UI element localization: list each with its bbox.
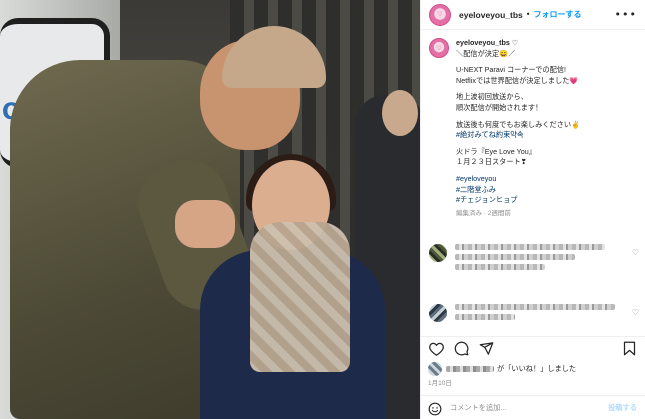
caption-line: 順次配信が開始されます！ [456,102,543,112]
likes-text: が「いいね！」しました [497,364,577,373]
share-icon[interactable] [478,341,494,357]
post-header: ♡ eyeloveyou_tbs • フォローする ••• [421,0,645,30]
post-date[interactable]: 1月10日 [428,377,452,387]
profile-avatar[interactable]: ♡ [429,3,451,26]
caption-line: ＼配信が決定😄／ [456,48,516,58]
blurred-text [455,244,605,250]
caption-line: 地上波初回放送から、 [456,92,528,102]
post-caption: ♡ eyeloveyou_tbs ♡ ＼配信が決定😄／ U-NEXT Parav… [421,30,645,219]
comment-text-blurred [455,244,626,274]
likes-summary: が「いいね！」しました [428,362,576,376]
caption-line: 放送後も何度でもお楽しみください✌ [456,119,580,129]
blurred-text [455,264,545,270]
comment-like-icon[interactable]: ♡ [632,308,639,317]
clasped-hands [175,200,235,248]
woman-scarf [250,222,350,372]
blurred-text [455,314,515,320]
commenter-avatar[interactable] [429,244,447,262]
heart-icon[interactable] [428,341,444,357]
caption-avatar[interactable]: ♡ [429,38,449,58]
caption-hashtag[interactable]: #二階堂ふみ [456,185,636,196]
action-bar [420,336,645,360]
caption-body: eyeloveyou_tbs ♡ ＼配信が決定😄／ U-NEXT Paravi … [456,38,636,219]
caption-line: １月２３日スタート❣ [456,157,527,167]
caption-line: U-NEXT Paravi コーナーでの配信! [456,65,567,75]
commenter-avatar[interactable] [429,304,447,322]
header-separator: • [525,10,531,19]
caption-heart: ♡ [509,38,519,47]
caption-hashtag[interactable]: #チェジョンヒョプ [456,195,636,206]
comment-item: ♡ [429,304,639,324]
blurred-text [455,254,575,260]
bookmark-icon[interactable] [621,341,637,357]
blurred-text [455,304,615,310]
background-person-head [382,90,418,136]
caption-line: 火ドラ『Eye Love You』 [456,146,536,156]
emoji-icon[interactable] [428,401,442,415]
post-comment-button[interactable]: 投稿する [608,403,637,413]
caption-meta: 編集済み · 2週間前 [456,209,511,217]
comment-input-bar: コメントを追加... 投稿する [420,395,645,419]
liker-avatar[interactable] [428,362,442,376]
comment-input[interactable]: コメントを追加... [450,403,608,413]
caption-line: Netflixでは世界配信が決定しました💗 [456,75,579,85]
more-options-icon[interactable]: ••• [615,8,637,21]
comment-item: ♡ [429,244,639,274]
liker-name-blurred[interactable] [446,366,494,372]
comment-text-blurred [455,304,626,324]
header-username[interactable]: eyeloveyou_tbs [459,10,523,20]
caption-username[interactable]: eyeloveyou_tbs [456,38,510,47]
comment-like-icon[interactable]: ♡ [632,248,639,257]
caption-hashtag[interactable]: #絶対みてね約束약속 [456,130,636,141]
post-photo[interactable]: O [0,0,420,419]
comment-icon[interactable] [453,341,469,357]
follow-button[interactable]: フォローする [534,9,582,20]
caption-hashtag[interactable]: #eyeloveyou [456,174,636,185]
